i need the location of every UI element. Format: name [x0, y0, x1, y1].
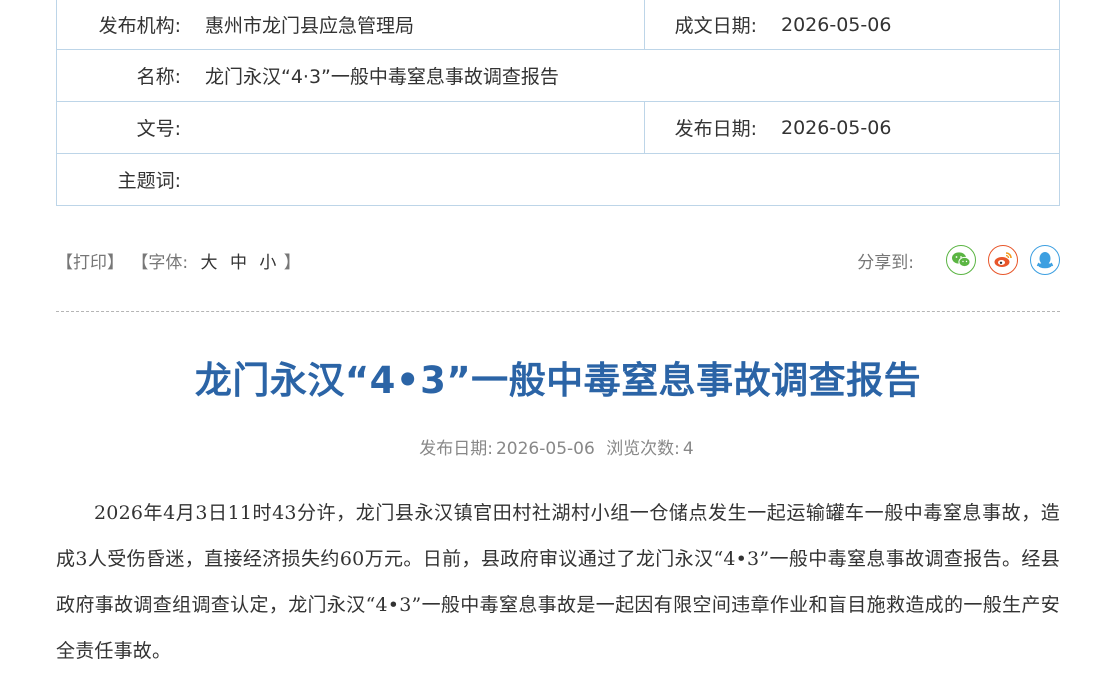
document-info-table: 发布机构: 惠州市龙门县应急管理局 成文日期: 2026-05-06 名称: 龙… — [56, 0, 1060, 206]
doc-number-label: 文号: — [136, 118, 181, 140]
font-size-large-button[interactable]: 大 — [201, 253, 218, 273]
subject-label: 主题词: — [117, 170, 181, 192]
wechat-icon[interactable] — [946, 245, 976, 275]
weibo-icon[interactable] — [988, 245, 1018, 275]
name-value: 龙门永汉“4·3”一般中毒窒息事故调查报告 — [205, 66, 559, 88]
publish-date-label: 发布日期: — [674, 118, 757, 140]
written-date-value: 2026-05-06 — [781, 13, 892, 36]
article-meta-line: 发布日期: 2026-05-06 浏览次数: 4 — [0, 434, 1099, 459]
article-title: 龙门永汉“4•3”一般中毒窒息事故调查报告 — [194, 359, 922, 402]
meta-row-docno: 文号: 发布日期: 2026-05-06 — [57, 101, 1059, 153]
article-toolbar: 【打印】 【字体: 大 中 小 】 分享到: — [56, 238, 1060, 282]
publish-date-value: 2026-05-06 — [781, 116, 892, 139]
share-label: 分享到: — [857, 252, 914, 273]
article-date-value: 2026-05-06 — [495, 439, 595, 459]
section-divider — [56, 311, 1060, 312]
share-bar: 分享到: — [857, 245, 1060, 275]
publisher-label: 发布机构: — [98, 15, 181, 37]
name-label: 名称: — [136, 66, 181, 88]
meta-row-publisher: 发布机构: 惠州市龙门县应急管理局 成文日期: 2026-05-06 — [57, 0, 1059, 49]
toolbar-left: 【打印】 【字体: 大 中 小 】 — [56, 248, 303, 273]
publisher-value: 惠州市龙门县应急管理局 — [205, 15, 415, 37]
font-size-prefix: 【字体: — [131, 252, 189, 273]
views-label: 浏览次数: — [606, 439, 680, 459]
print-button[interactable]: 【打印】 — [56, 253, 124, 273]
qq-icon[interactable] — [1030, 245, 1060, 275]
meta-row-subject: 主题词: — [57, 153, 1059, 205]
font-size-suffix: 】 — [283, 252, 301, 273]
font-size-small-button[interactable]: 小 — [259, 253, 276, 273]
article-date-label: 发布日期: — [419, 439, 493, 459]
article-paragraph: 2026年4月3日11时43分许，龙门县永汉镇官田村社湖村小组一仓储点发生一起运… — [56, 502, 1060, 662]
views-count: 4 — [682, 439, 694, 459]
written-date-label: 成文日期: — [674, 15, 757, 37]
font-size-medium-button[interactable]: 中 — [230, 253, 247, 273]
meta-row-name: 名称: 龙门永汉“4·3”一般中毒窒息事故调查报告 — [57, 49, 1059, 101]
